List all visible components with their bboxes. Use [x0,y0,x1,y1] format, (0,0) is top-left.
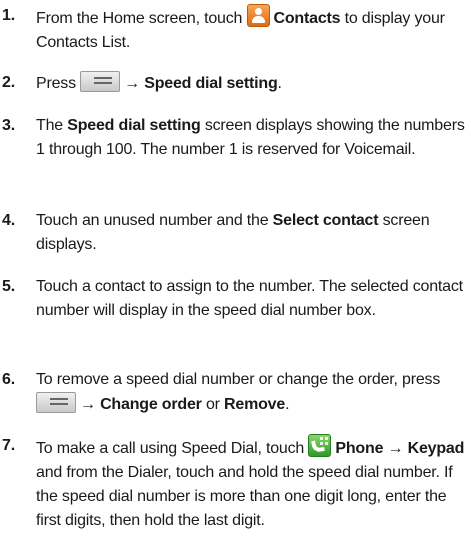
step-text: To make a call using Speed Dial, touch P… [36,434,468,533]
step-number: 2. [2,74,15,91]
phone-icon [308,434,332,457]
step-text: Touch an unused number and the Select co… [36,212,430,253]
step-text: Touch a contact to assign to the number.… [36,278,463,319]
contacts-icon [246,4,270,27]
step-text: From the Home screen, touch Contacts to … [36,4,468,55]
step-text: To remove a speed dial number or change … [36,371,441,413]
step-number: 6. [2,371,15,388]
step-text: Press → Speed dial setting. [36,71,468,96]
menu-key-icon [36,392,76,413]
step-text: The Speed dial setting screen displays s… [36,117,465,158]
step-number: 3. [2,117,15,134]
step-number: 5. [2,278,15,295]
step-number: 4. [2,212,15,229]
step-number: 7. [2,437,15,454]
step-number: 1. [2,7,15,24]
menu-key-icon [80,71,121,92]
